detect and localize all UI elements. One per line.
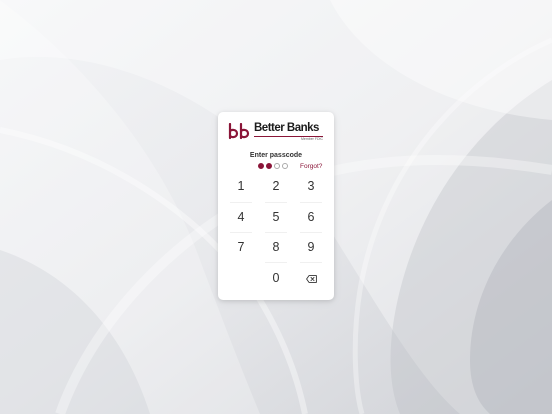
forgot-passcode-link[interactable]: Forgot? xyxy=(300,163,322,171)
passcode-dot-3 xyxy=(274,163,280,169)
key-divider xyxy=(300,232,322,233)
passcode-prompt: Enter passcode xyxy=(249,152,303,159)
key-2[interactable]: 2 xyxy=(261,173,291,199)
key-6[interactable]: 6 xyxy=(296,204,326,230)
passcode-card: Better Banks Member FDIC Enter passcode … xyxy=(218,112,334,300)
key-9[interactable]: 9 xyxy=(296,234,326,260)
key-divider xyxy=(265,262,287,263)
passcode-dots xyxy=(258,163,288,173)
key-divider xyxy=(300,202,322,203)
key-0[interactable]: 0 xyxy=(261,265,291,291)
key-4[interactable]: 4 xyxy=(226,204,256,230)
key-divider xyxy=(265,202,287,203)
key-8[interactable]: 8 xyxy=(261,234,291,260)
key-7[interactable]: 7 xyxy=(226,234,256,260)
key-3[interactable]: 3 xyxy=(296,173,326,199)
passcode-dot-1 xyxy=(258,163,264,169)
bb-logo-mark xyxy=(228,123,250,140)
backspace-button[interactable] xyxy=(296,265,326,291)
backspace-icon xyxy=(305,274,317,283)
brand-name: Better Banks xyxy=(254,122,319,134)
key-divider xyxy=(230,232,252,233)
key-divider xyxy=(300,262,322,263)
passcode-dot-4 xyxy=(282,163,288,169)
passcode-dot-2 xyxy=(266,163,272,169)
key-divider xyxy=(230,202,252,203)
brand-subtitle: Member FDIC xyxy=(301,137,323,141)
key-1[interactable]: 1 xyxy=(226,173,256,199)
key-divider xyxy=(265,232,287,233)
better-banks-logo: Better Banks Member FDIC xyxy=(228,121,325,145)
key-5[interactable]: 5 xyxy=(261,204,291,230)
